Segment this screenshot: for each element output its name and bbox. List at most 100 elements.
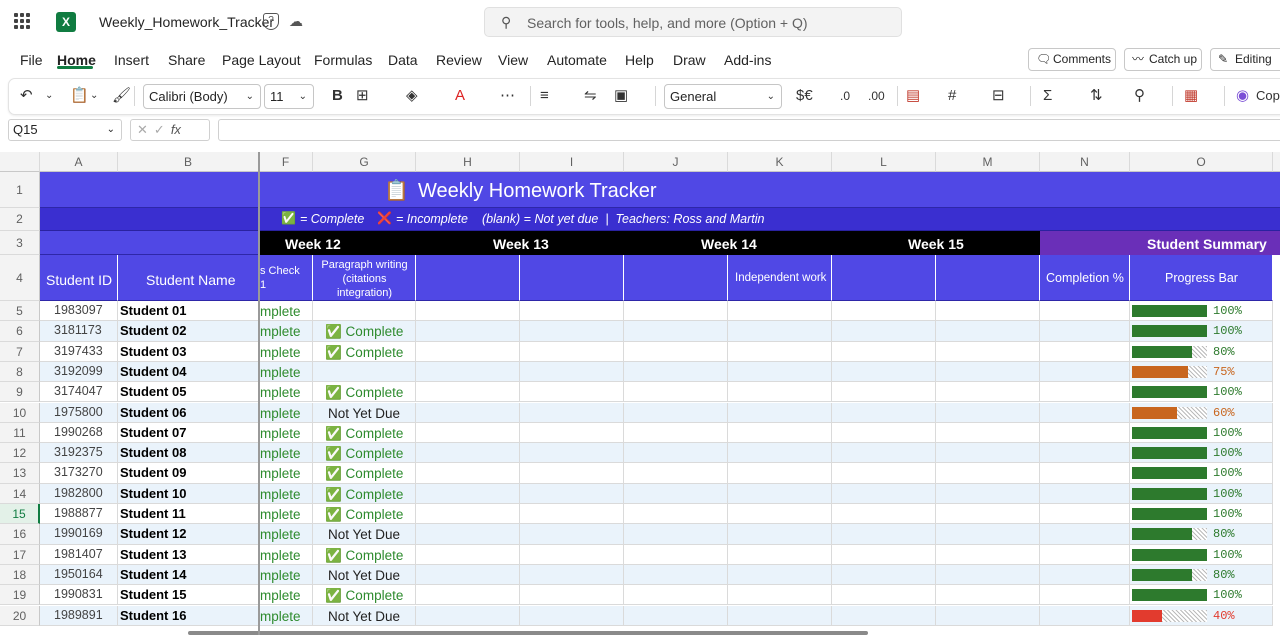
menu-help[interactable]: Help	[625, 52, 654, 68]
table-cell[interactable]	[728, 483, 832, 504]
menu-share[interactable]: Share	[168, 52, 205, 68]
student-name[interactable]: Student 14	[120, 567, 186, 582]
student-name[interactable]: Student 10	[120, 486, 186, 501]
add-ins-icon[interactable]: ▦	[1184, 85, 1198, 107]
menu-view[interactable]: View	[498, 52, 528, 68]
table-cell[interactable]	[832, 402, 936, 423]
table-cell[interactable]	[728, 382, 832, 403]
menu-page-layout[interactable]: Page Layout	[222, 52, 301, 68]
status-week11[interactable]: mplete	[260, 406, 301, 421]
name-box[interactable]: Q15 ⌄	[8, 119, 122, 141]
table-cell[interactable]	[728, 524, 832, 545]
table-cell[interactable]	[520, 422, 624, 444]
status-week11[interactable]: mplete	[260, 365, 301, 380]
table-cell[interactable]	[728, 443, 832, 464]
table-cell[interactable]	[1040, 585, 1130, 606]
table-cell[interactable]	[832, 605, 936, 626]
autosum-icon[interactable]: Σ	[1043, 85, 1052, 107]
sort-filter-icon[interactable]: ⇅	[1090, 85, 1103, 107]
select-all-corner[interactable]	[0, 152, 40, 172]
menu-draw[interactable]: Draw	[673, 52, 706, 68]
row-header[interactable]: 14	[0, 483, 40, 504]
status-week11[interactable]: mplete	[260, 609, 301, 624]
table-cell[interactable]	[1040, 605, 1130, 626]
table-cell[interactable]	[416, 402, 520, 423]
fill-color-icon[interactable]: ◈	[406, 85, 418, 107]
table-cell[interactable]	[728, 544, 832, 565]
menu-data[interactable]: Data	[388, 52, 418, 68]
student-name[interactable]: Student 03	[120, 344, 186, 359]
table-cell[interactable]	[936, 483, 1040, 504]
student-name[interactable]: Student 04	[120, 364, 186, 379]
table-cell[interactable]	[624, 422, 728, 444]
table-cell[interactable]	[416, 463, 520, 484]
table-cell[interactable]	[832, 544, 936, 565]
student-id[interactable]: 1975800	[54, 405, 103, 419]
status-paragraph-writing[interactable]: Not Yet Due	[328, 609, 400, 624]
table-cell[interactable]	[1040, 443, 1130, 464]
status-week11[interactable]: mplete	[260, 568, 301, 583]
table-cell[interactable]	[936, 585, 1040, 606]
status-week11[interactable]: mplete	[260, 527, 301, 542]
menu-automate[interactable]: Automate	[547, 52, 607, 68]
menu-add-ins[interactable]: Add-ins	[724, 52, 771, 68]
student-name[interactable]: Student 12	[120, 526, 186, 541]
student-id[interactable]: 1990831	[54, 587, 103, 601]
table-cell[interactable]	[520, 321, 624, 342]
row-header[interactable]: 8	[0, 361, 40, 383]
column-header-A[interactable]: A	[40, 152, 118, 172]
column-header-next[interactable]	[1273, 152, 1280, 172]
column-header-I[interactable]: I	[520, 152, 624, 172]
font-color-icon[interactable]: A	[455, 85, 465, 107]
table-cell[interactable]	[520, 524, 624, 545]
table-cell[interactable]	[832, 524, 936, 545]
student-id[interactable]: 3181173	[54, 323, 102, 337]
student-id[interactable]: 1990268	[54, 425, 103, 439]
table-cell[interactable]	[1040, 301, 1130, 322]
column-header-H[interactable]: H	[416, 152, 520, 172]
table-cell[interactable]	[416, 361, 520, 383]
column-header-K[interactable]: K	[728, 152, 832, 172]
undo-dropdown-icon[interactable]: ⌄	[45, 85, 53, 107]
table-cell[interactable]	[520, 361, 624, 383]
table-cell[interactable]	[1040, 483, 1130, 504]
student-id[interactable]: 1990169	[54, 526, 103, 540]
student-name[interactable]: Student 02	[120, 323, 186, 338]
table-cell[interactable]	[936, 443, 1040, 464]
student-id[interactable]: 3192375	[54, 445, 103, 459]
table-cell[interactable]	[520, 544, 624, 565]
row-header[interactable]: 16	[0, 524, 40, 545]
table-cell[interactable]	[936, 341, 1040, 362]
app-launcher-icon[interactable]	[14, 13, 30, 29]
decrease-decimal-icon[interactable]: .00	[868, 85, 885, 107]
status-paragraph-writing[interactable]: Not Yet Due	[328, 406, 400, 421]
table-cell[interactable]	[832, 443, 936, 464]
table-cell[interactable]	[936, 564, 1040, 586]
catch-up-button[interactable]: 〰 Catch up	[1124, 48, 1202, 71]
font-family-select[interactable]: Calibri (Body) ⌄	[143, 84, 261, 109]
menu-review[interactable]: Review	[436, 52, 482, 68]
table-cell[interactable]	[624, 483, 728, 504]
student-id[interactable]: 1982800	[54, 486, 103, 500]
table-cell[interactable]	[416, 564, 520, 586]
align-icon[interactable]: ≡	[540, 85, 549, 107]
copilot-icon[interactable]: ◉	[1236, 85, 1249, 107]
table-cell[interactable]	[624, 443, 728, 464]
status-paragraph-writing[interactable]: Not Yet Due	[328, 568, 400, 583]
status-paragraph-writing[interactable]: ✅ Complete	[325, 324, 403, 340]
status-week11[interactable]: mplete	[260, 466, 301, 481]
format-painter-icon[interactable]: 🖌	[112, 85, 131, 107]
table-cell[interactable]	[728, 585, 832, 606]
row-header[interactable]: 18	[0, 564, 40, 586]
table-cell[interactable]	[728, 341, 832, 362]
more-options-icon[interactable]: ⋯	[500, 85, 515, 107]
table-cell[interactable]	[936, 504, 1040, 525]
table-cell[interactable]	[936, 382, 1040, 403]
table-cell[interactable]	[520, 564, 624, 586]
table-cell[interactable]	[624, 361, 728, 383]
student-name[interactable]: Student 05	[120, 384, 186, 399]
bold-icon[interactable]: B	[332, 85, 343, 107]
table-cell[interactable]	[624, 504, 728, 525]
table-cell[interactable]	[1040, 463, 1130, 484]
table-cell[interactable]	[728, 504, 832, 525]
